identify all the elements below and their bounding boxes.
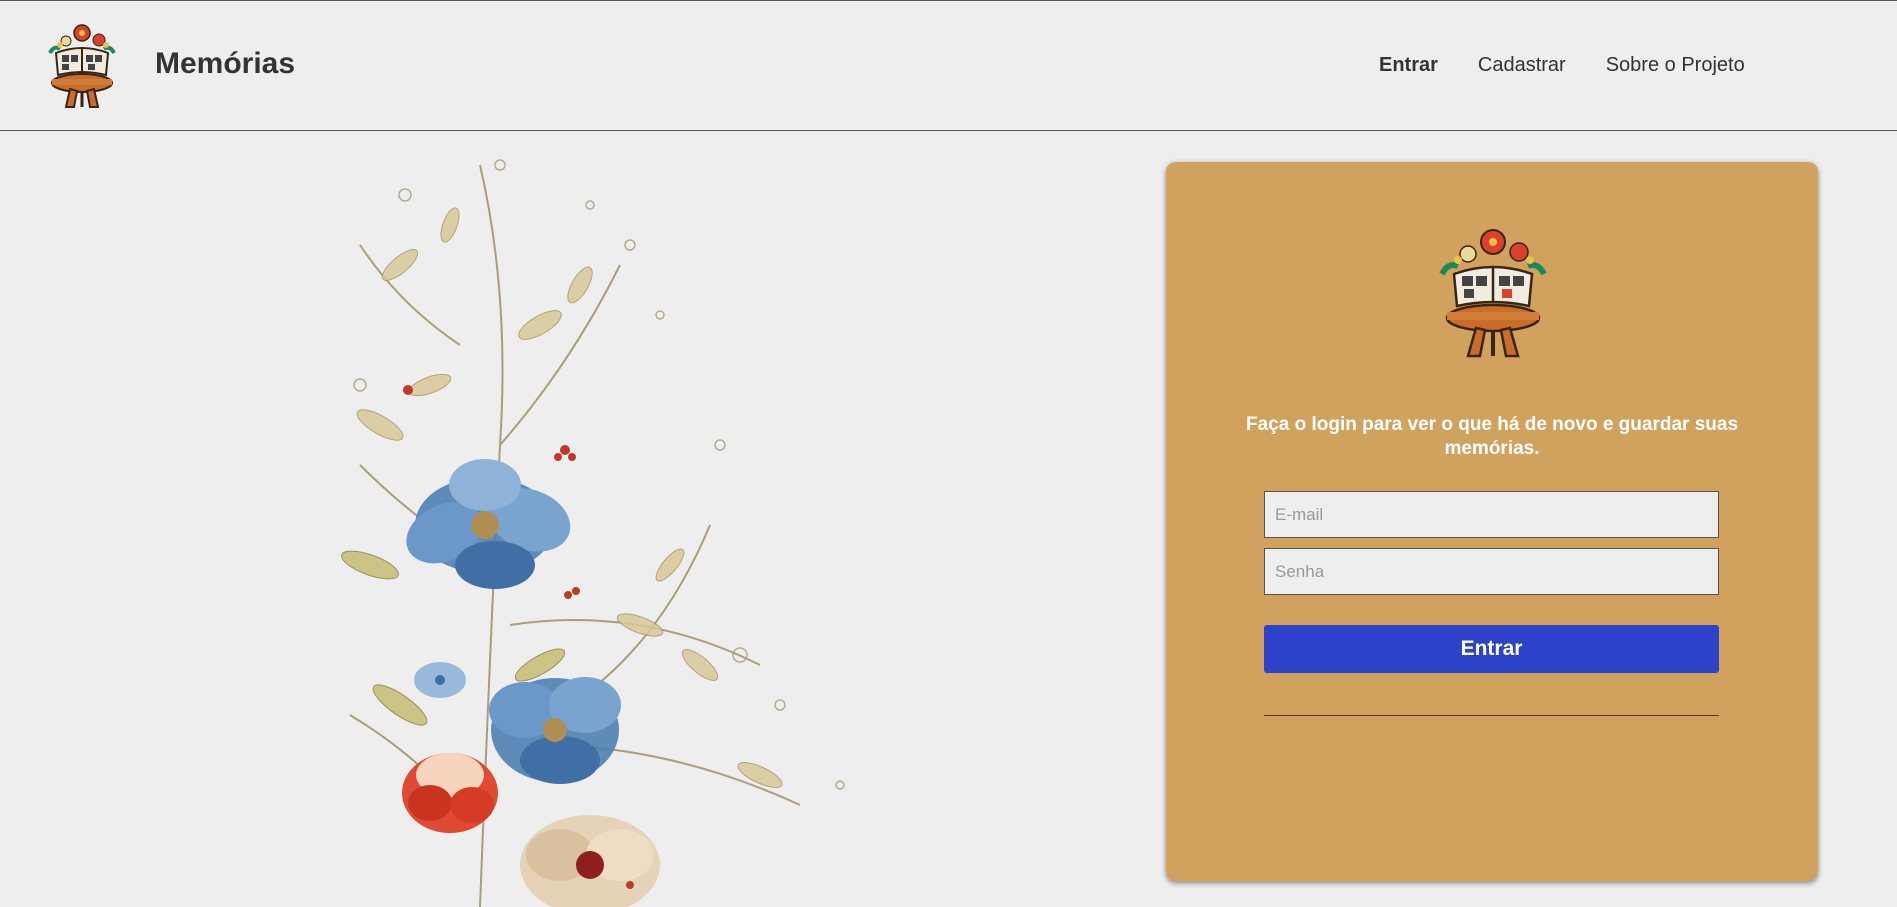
brand-title: Memórias [155, 47, 296, 80]
email-field[interactable] [1264, 491, 1719, 538]
login-submit-button[interactable]: Entrar [1264, 625, 1719, 673]
nav-link-cadastrar[interactable]: Cadastrar [1478, 54, 1566, 77]
login-card: Faça o login para ver o que há de novo e… [1166, 162, 1818, 881]
nav-link-entrar[interactable]: Entrar [1379, 54, 1438, 77]
book-flower-table-icon [1439, 229, 1547, 358]
login-heading: Faça o login para ver o que há de novo e… [1245, 414, 1739, 459]
nav-link-sobre-o-projeto[interactable]: Sobre o Projeto [1606, 54, 1745, 77]
password-field[interactable] [1264, 548, 1719, 595]
main-nav: Entrar Cadastrar Sobre o Projeto [1379, 54, 1745, 77]
floral-illustration [341, 159, 845, 907]
top-navbar: Memórias Entrar Cadastrar Sobre o Projet… [0, 0, 1897, 131]
book-flower-table-icon[interactable] [44, 23, 120, 109]
divider [1264, 715, 1719, 716]
